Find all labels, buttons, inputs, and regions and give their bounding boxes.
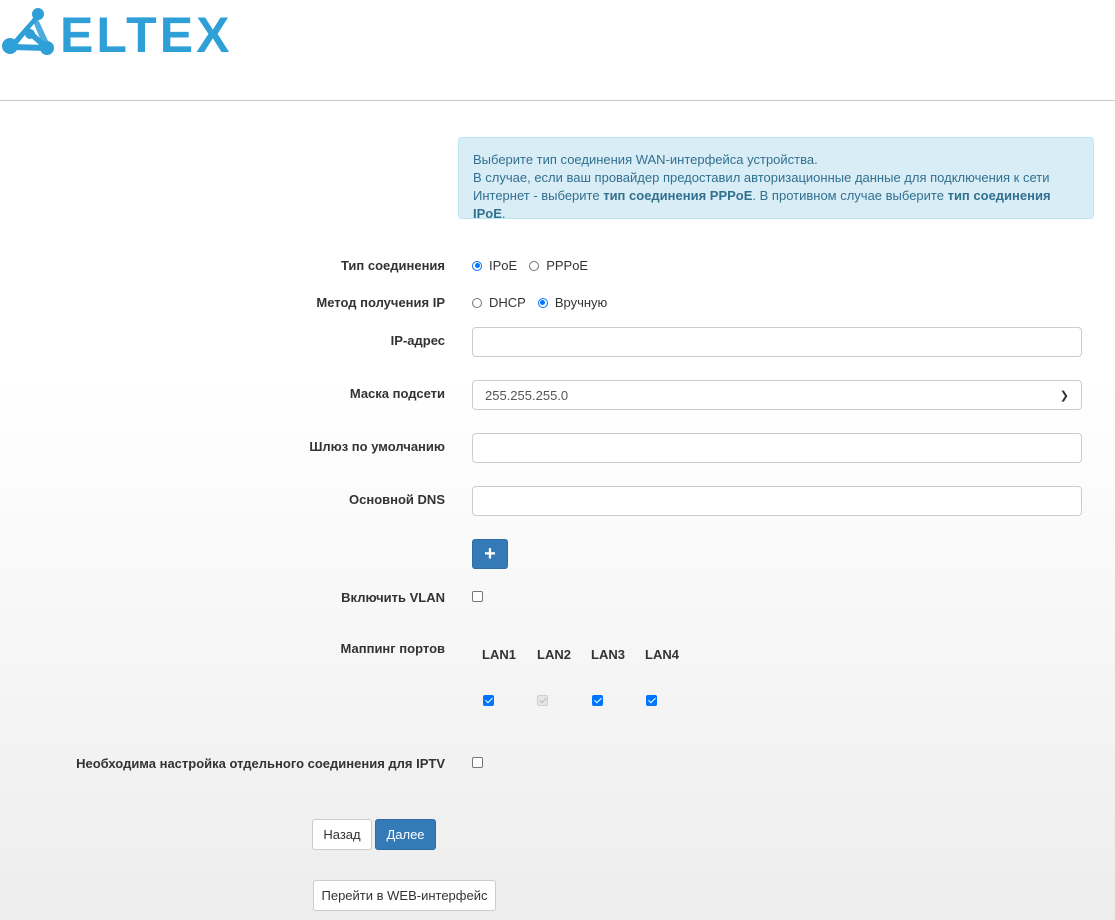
manual-radio[interactable] (537, 297, 548, 308)
lan4-checkbox[interactable] (646, 695, 657, 706)
ip-method-group: DHCP Вручную (472, 295, 619, 310)
back-button[interactable]: Назад (312, 819, 372, 850)
iptv-checkbox[interactable] (472, 757, 483, 768)
ip-address-label: IP-адрес (390, 333, 445, 348)
subnet-mask-select[interactable]: 255.255.255.0 ❯ (472, 380, 1082, 410)
vlan-checkbox[interactable] (472, 591, 483, 602)
gateway-input[interactable] (472, 433, 1082, 463)
lan2-checkbox (537, 695, 548, 706)
add-dns-button[interactable]: + (472, 539, 508, 569)
pppoe-label[interactable]: PPPoE (546, 258, 588, 273)
info-line-1: Выберите тип соединения WAN-интерфейса у… (473, 152, 818, 167)
connection-type-label: Тип соединения (340, 258, 445, 273)
plus-icon: + (484, 542, 496, 565)
lan2-header: LAN2 (537, 647, 571, 662)
lan3-checkbox[interactable] (592, 695, 603, 706)
lan4-header: LAN4 (645, 647, 679, 662)
ipoe-radio[interactable] (472, 260, 482, 271)
connection-type-group: IPoE PPPoE (472, 258, 600, 273)
dhcp-label[interactable]: DHCP (489, 295, 526, 310)
eltex-logo: ELTEX (2, 8, 232, 60)
lan1-header: LAN1 (482, 647, 516, 662)
manual-label[interactable]: Вручную (555, 295, 607, 310)
gateway-label: Шлюз по умолчанию (309, 439, 445, 454)
info-alert: Выберите тип соединения WAN-интерфейса у… (458, 137, 1094, 221)
web-interface-button[interactable]: Перейти в WEB-интерфейс (313, 880, 496, 911)
subnet-mask-label: Маска подсети (349, 386, 445, 401)
subnet-mask-value: 255.255.255.0 (485, 387, 569, 403)
dns-input[interactable] (472, 486, 1082, 516)
port-mapping-label: Маппинг портов (340, 641, 445, 656)
ipoe-label[interactable]: IPoE (489, 258, 517, 273)
dns-label: Основной DNS (349, 492, 445, 507)
lan1-checkbox[interactable] (483, 695, 494, 706)
pppoe-radio[interactable] (529, 260, 540, 271)
ip-method-label: Метод получения IP (316, 295, 445, 310)
brand-text: ELTEX (60, 8, 232, 60)
next-button[interactable]: Далее (375, 819, 436, 850)
info-line-3: Интернет - выберите тип соединения PPPoE… (473, 188, 1051, 221)
chevron-down-icon: ❯ (1059, 389, 1069, 402)
lan3-header: LAN3 (591, 647, 625, 662)
vlan-label: Включить VLAN (341, 590, 445, 605)
dhcp-radio[interactable] (472, 297, 482, 308)
header: ELTEX (0, 0, 1115, 101)
iptv-label: Необходима настройка отдельного соединен… (76, 756, 445, 771)
info-line-2: В случае, если ваш провайдер предоставил… (473, 170, 1050, 185)
ip-address-input[interactable] (472, 327, 1082, 357)
